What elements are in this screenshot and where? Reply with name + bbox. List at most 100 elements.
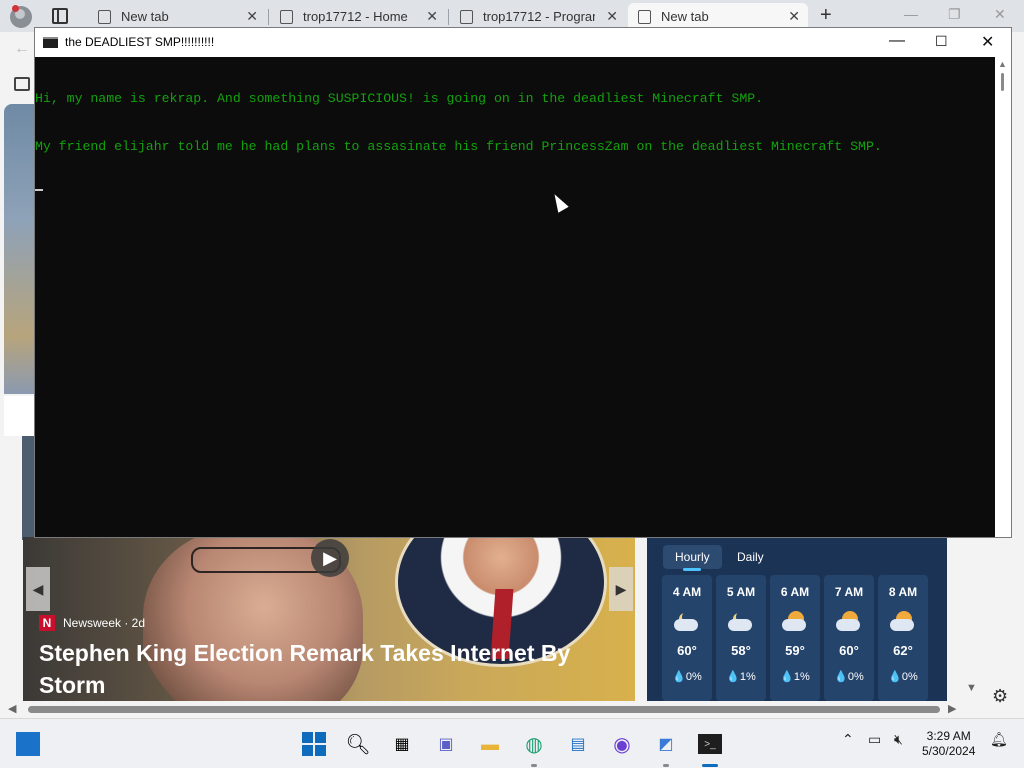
tab-daily[interactable]: Daily (725, 545, 776, 569)
tab-separator (268, 9, 269, 25)
widgets-icon[interactable] (16, 732, 40, 756)
search-icon[interactable]: 🔍︎ (345, 732, 370, 756)
news-headline[interactable]: Stephen King Election Remark Takes Inter… (39, 637, 599, 701)
tab-label: New tab (121, 9, 169, 24)
console-line: Hi, my name is rekrap. And something SUS… (35, 91, 764, 106)
tab-new-tab-1[interactable]: New tab ✕ (90, 3, 266, 30)
hour-column[interactable]: 6 AM 59° 💧1% (770, 575, 820, 701)
hour-time: 6 AM (780, 585, 810, 599)
widgets-tile (16, 732, 40, 756)
windows-logo-icon (302, 732, 326, 756)
new-tab-button[interactable]: + (820, 4, 832, 27)
hour-rain: 💧1% (780, 671, 810, 683)
console-window[interactable]: the DEADLIEST SMP!!!!!!!!!! — ☐ ✕ Hi, my… (34, 27, 1012, 538)
network-icon[interactable]: ▭ (868, 731, 881, 748)
chevron-up-icon[interactable]: ⌃ (842, 731, 854, 748)
news-source-label: Newsweek · 2d (63, 616, 146, 630)
background-white-card (4, 396, 34, 436)
scroll-right-icon[interactable]: ▶ (948, 702, 956, 715)
document-icon (460, 9, 473, 24)
notification-bell-icon[interactable]: 🔔︎ (990, 731, 1008, 748)
tab-trop17712-home[interactable]: trop17712 - Home ✕ (270, 3, 446, 30)
hour-column[interactable]: 4 AM 60° 💧0% (662, 575, 712, 701)
chat-icon[interactable]: ▣ (434, 732, 458, 756)
newsweek-logo-icon: N (39, 615, 55, 631)
sun-cloud-icon (836, 611, 862, 633)
carousel-next-button[interactable]: ▶ (609, 567, 633, 611)
scroll-up-icon[interactable]: ▲ (998, 59, 1007, 69)
gear-icon[interactable]: ⚙ (992, 686, 1008, 707)
tab-hourly[interactable]: Hourly (663, 545, 722, 571)
sun-cloud-icon (890, 611, 916, 633)
browser-horizontal-scrollbar[interactable]: ◀ ▶ (0, 701, 1024, 717)
app-running-indicator (531, 764, 537, 767)
firefox-icon[interactable]: ◉ (610, 732, 634, 756)
cmd-icon (43, 37, 58, 48)
volume-muted-icon[interactable]: 🔇︎ (894, 731, 903, 748)
hour-time: 4 AM (672, 585, 702, 599)
moon-cloud-icon (728, 611, 754, 633)
hour-time: 5 AM (726, 585, 756, 599)
browser-minimize-icon[interactable]: — (904, 6, 918, 22)
sun-cloud-icon (782, 611, 808, 633)
news-card[interactable]: ▶ ◀ ▶ N Newsweek · 2d Stephen King Elect… (23, 537, 635, 701)
text-cursor (35, 189, 43, 191)
tab-new-tab-active[interactable]: New tab ✕ (628, 3, 808, 30)
background-image-card (4, 104, 34, 394)
app-active-indicator (702, 764, 718, 767)
start-button[interactable] (302, 732, 326, 756)
hour-rain: 💧1% (726, 671, 756, 683)
hour-rain: 💧0% (834, 671, 864, 683)
tab-close-icon[interactable]: ✕ (426, 8, 438, 25)
browser-restore-icon[interactable]: ❐ (948, 6, 961, 23)
console-line: My friend elijahr told me he had plans t… (35, 139, 882, 154)
task-manager-icon[interactable]: ◩ (654, 732, 678, 756)
file-explorer-icon[interactable]: ▬ (478, 732, 502, 756)
tab-close-icon[interactable]: ✕ (246, 8, 258, 25)
tab-close-icon[interactable]: ✕ (606, 8, 618, 25)
console-minimize-icon[interactable]: — (889, 32, 905, 50)
console-vertical-scrollbar[interactable]: ▲ (995, 57, 1011, 537)
news-source: N Newsweek · 2d (39, 615, 145, 631)
scrollbar-thumb[interactable] (28, 706, 940, 713)
hour-temp: 60° (677, 643, 697, 658)
console-close-icon[interactable]: ✕ (981, 32, 994, 52)
page-favicon-icon (98, 9, 111, 24)
tab-label: trop17712 - Home (303, 9, 408, 24)
weather-card: Hourly Daily 4 AM 60° 💧0% 5 AM 58° 💧1% 6… (647, 537, 947, 701)
tab-actions-icon[interactable] (52, 8, 68, 24)
system-clock[interactable]: 3:29 AM 5/30/2024 (922, 729, 975, 759)
taskbar: 🔍︎ ▦ ▣ ▬ ◍ ▤ ◉ ◩ >_ ⌃ ▭ 🔇︎ 3:29 AM 5/30/… (0, 718, 1024, 768)
store-icon[interactable]: ▤ (566, 732, 590, 756)
console-titlebar[interactable]: the DEADLIEST SMP!!!!!!!!!! — ☐ ✕ (35, 28, 1011, 57)
scroll-left-icon[interactable]: ◀ (8, 702, 16, 715)
clock-time: 3:29 AM (926, 729, 971, 743)
document-icon (280, 9, 293, 24)
console-maximize-icon[interactable]: ☐ (935, 33, 948, 50)
background-dark-card (22, 436, 34, 540)
hour-column[interactable]: 5 AM 58° 💧1% (716, 575, 766, 701)
hour-time: 8 AM (888, 585, 918, 599)
tab-close-icon[interactable]: ✕ (788, 8, 800, 25)
hour-column[interactable]: 8 AM 62° 💧0% (878, 575, 928, 701)
play-video-icon[interactable]: ▶ (311, 539, 349, 577)
edge-icon[interactable]: ◍ (522, 732, 546, 756)
tab-trop17712-programs[interactable]: trop17712 - Programs ✕ (450, 3, 626, 30)
hour-temp: 59° (785, 643, 805, 658)
profile-notification-dot (12, 5, 19, 12)
hour-column[interactable]: 7 AM 60° 💧0% (824, 575, 874, 701)
console-output[interactable]: Hi, my name is rekrap. And something SUS… (35, 57, 995, 537)
collections-folder-icon[interactable] (14, 77, 30, 91)
browser-close-icon[interactable]: ✕ (994, 6, 1006, 23)
hour-temp: 62° (893, 643, 913, 658)
carousel-prev-button[interactable]: ◀ (26, 567, 50, 611)
clock-date: 5/30/2024 (922, 744, 976, 758)
back-arrow-icon[interactable]: ← (14, 40, 30, 58)
terminal-icon[interactable]: >_ (698, 734, 722, 754)
task-view-icon[interactable]: ▦ (390, 732, 414, 756)
scrollbar-thumb[interactable] (1001, 73, 1004, 91)
tab-label: trop17712 - Programs (483, 9, 595, 24)
hour-time: 7 AM (834, 585, 864, 599)
scroll-down-icon[interactable]: ▼ (966, 682, 977, 694)
app-running-indicator (663, 764, 669, 767)
